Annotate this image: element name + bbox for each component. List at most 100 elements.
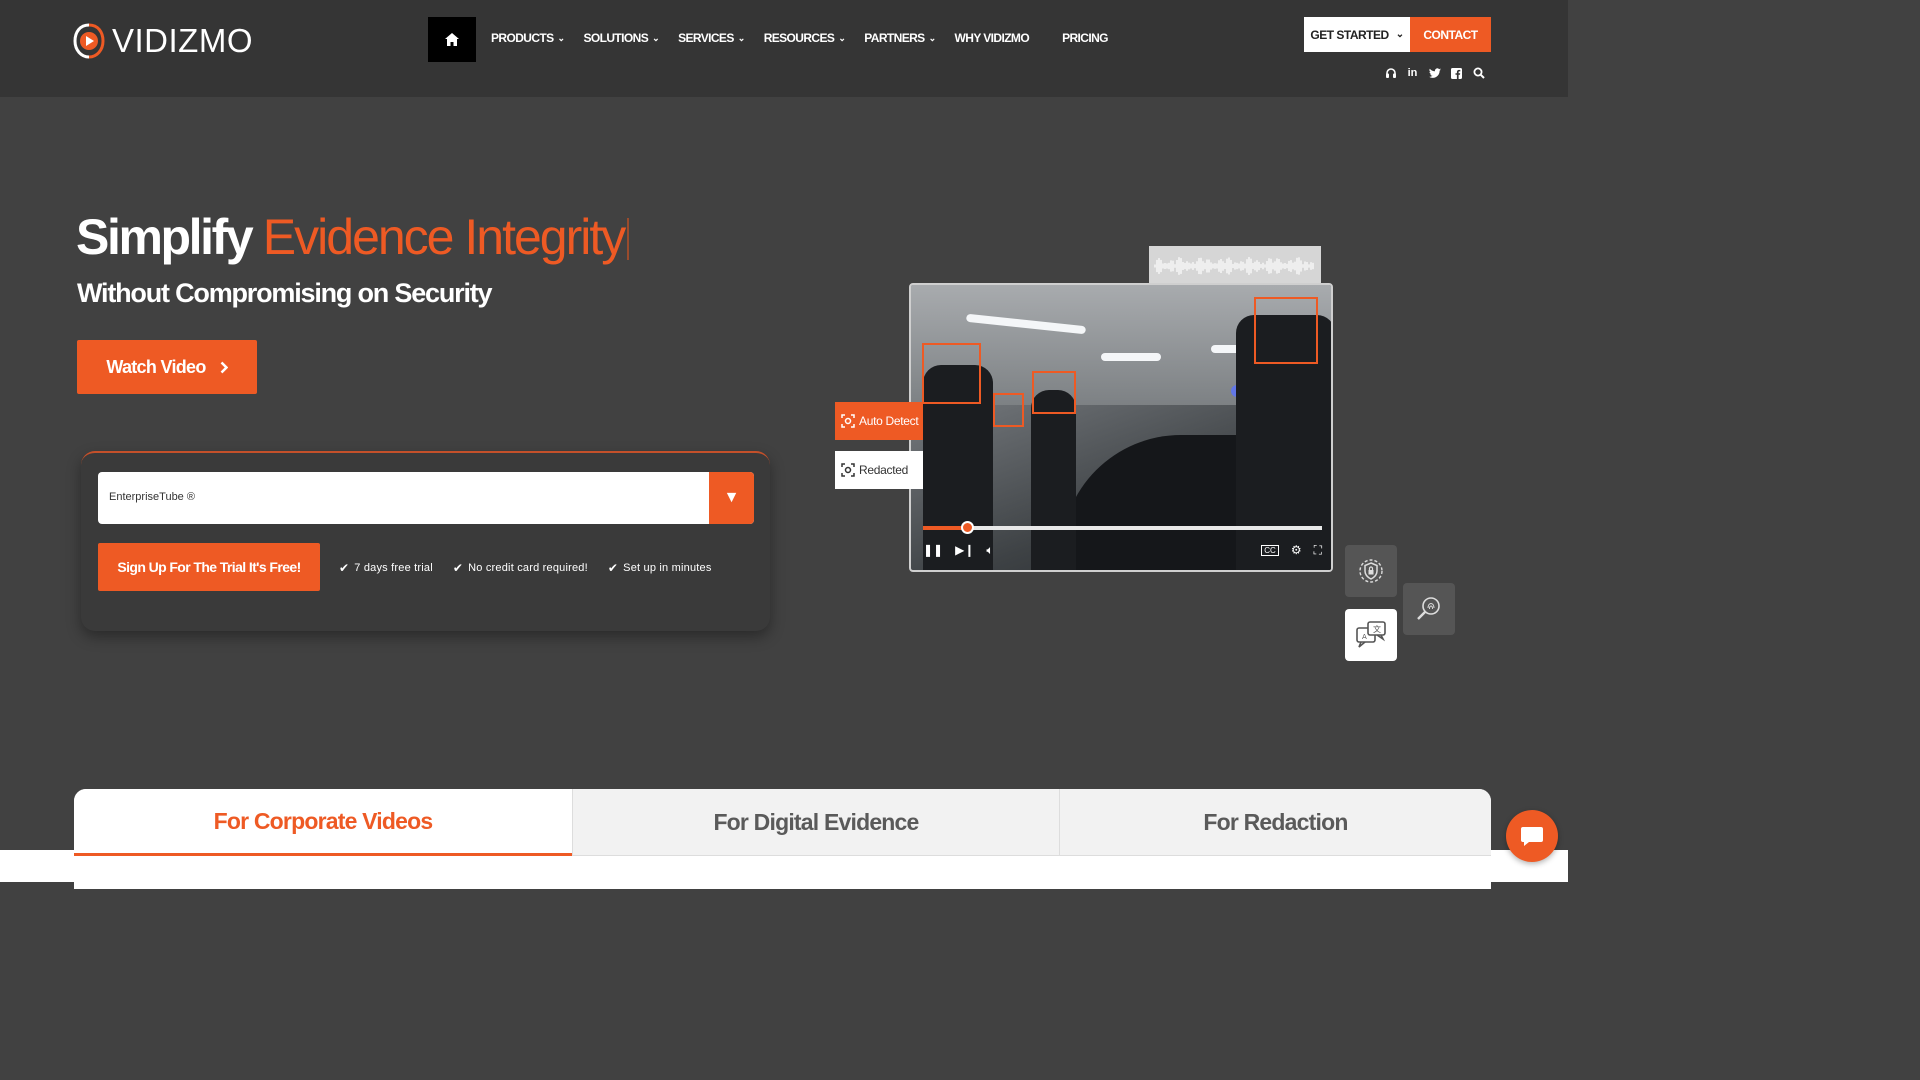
watch-video-button[interactable]: Watch Video (77, 340, 257, 394)
tab-digital-evidence[interactable]: For Digital Evidence (572, 789, 1059, 856)
get-started-button[interactable]: GET STARTED ⌄ (1304, 17, 1410, 52)
checkmark-icon: ✔ (452, 561, 464, 575)
nav-label: SOLUTIONS (583, 31, 649, 45)
headset-icon[interactable] (1384, 66, 1397, 80)
face-detection-box (1254, 297, 1318, 364)
redacted-label: Redacted (859, 463, 908, 477)
waveform-icon (1154, 257, 1314, 275)
social-links: in (1384, 66, 1485, 80)
linkedin-icon[interactable]: in (1406, 66, 1419, 80)
tab-label: For Digital Evidence (713, 808, 919, 835)
site-header: VIDIZMO PRODUCTS ⌄ SOLUTIONS ⌄ SERVICES ⌄ R… (0, 0, 1568, 97)
get-started-label: GET STARTED (1310, 27, 1389, 42)
pause-icon[interactable]: ❚❚ (923, 543, 943, 557)
hero-title-white: Simplify (76, 209, 254, 265)
nav-label: RESOURCES (763, 31, 835, 45)
audio-waveform (1149, 246, 1321, 286)
translate-chat-icon: 文A (1356, 621, 1386, 648)
checkmark-icon: ✔ (339, 561, 350, 575)
captions-icon[interactable]: CC (1261, 544, 1279, 556)
video-progress-bar[interactable] (923, 521, 1322, 534)
nav-services[interactable]: SERVICES ⌄ (678, 31, 745, 45)
home-icon (445, 33, 459, 46)
shield-lock-icon (1359, 559, 1383, 583)
benefit-text: Set up in minutes (623, 562, 712, 574)
video-player-preview: ❚❚ ▶❙ 🔈︎ CC ⚙︎ ⛶ (909, 283, 1333, 572)
face-detection-box (1032, 371, 1076, 414)
nav-why-vidizmo[interactable]: WHY VIDIZMO (955, 31, 1030, 45)
typing-cursor (627, 218, 630, 260)
dropdown-arrow-icon[interactable]: ▼ (709, 472, 754, 524)
benefit-text: 7 days free trial (354, 562, 433, 574)
trial-benefits: ✔ 7 days free trial ✔ No credit card requi… (339, 561, 712, 575)
settings-icon[interactable]: ⚙︎ (1291, 543, 1302, 557)
contact-label: CONTACT (1423, 27, 1478, 42)
video-controls: ❚❚ ▶❙ 🔈︎ CC ⚙︎ ⛶ (923, 541, 1322, 559)
watch-video-label: Watch Video (106, 356, 206, 377)
face-detection-box (993, 393, 1024, 427)
benefit-text: No credit card required! (468, 562, 588, 574)
search-icon[interactable] (1472, 66, 1485, 80)
nav-pricing[interactable]: PRICING (1062, 31, 1108, 45)
benefit-item: ✔ No credit card required! (453, 561, 588, 575)
nav-label: SERVICES (678, 31, 734, 45)
tab-label: For Corporate Videos (213, 807, 434, 834)
chevron-down-icon: ⌄ (838, 32, 846, 43)
auto-detect-tag: Auto Detect (835, 402, 923, 440)
nav-partners[interactable]: PARTNERS ⌄ (864, 31, 937, 45)
translate-chat-feature: 文A (1345, 609, 1397, 661)
redacted-tag: Redacted (835, 451, 923, 489)
face-detection-box (922, 343, 981, 404)
skip-next-icon[interactable]: ▶❙ (955, 543, 974, 557)
video-scene-light (1101, 353, 1161, 361)
chevron-down-icon: ⌄ (1395, 29, 1404, 40)
chevron-right-icon (220, 361, 228, 373)
chat-bubble-icon (1521, 827, 1543, 846)
product-select-value: EnterpriseTube ® (109, 491, 195, 503)
focus-frame-icon (841, 414, 855, 428)
chevron-down-icon: ⌄ (928, 32, 937, 43)
auto-detect-label: Auto Detect (859, 414, 919, 428)
focus-frame-icon (841, 463, 855, 477)
main-nav: PRODUCTS ⌄ SOLUTIONS ⌄ SERVICES ⌄ RESOURCES… (491, 31, 1127, 45)
hero-title-orange: Evidence Integrity (262, 209, 626, 265)
nav-resources[interactable]: RESOURCES ⌄ (764, 31, 846, 45)
fingerprint-search-icon (1417, 597, 1440, 620)
benefit-item: ✔ 7 days free trial (339, 561, 433, 575)
sign-up-trial-label: Sign Up For The Trial It's Free! (117, 559, 301, 575)
volume-icon[interactable]: 🔈︎ (986, 543, 993, 558)
video-progress-handle[interactable] (960, 521, 974, 534)
product-select[interactable]: EnterpriseTube ® ▼ (98, 472, 754, 524)
nav-products[interactable]: PRODUCTS ⌄ (491, 31, 565, 45)
tab-label: For Redaction (1203, 808, 1348, 835)
nav-label: WHY VIDIZMO (954, 31, 1030, 45)
live-chat-button[interactable] (1506, 810, 1558, 862)
fingerprint-search-feature (1403, 583, 1455, 635)
home-button[interactable] (428, 17, 476, 62)
nav-label: PRODUCTS (491, 31, 554, 45)
svg-text:A: A (1362, 633, 1367, 641)
shield-lock-feature (1345, 545, 1397, 597)
benefit-item: ✔ Set up in minutes (608, 561, 712, 575)
tab-redaction[interactable]: For Redaction (1059, 789, 1491, 856)
tab-corporate-videos[interactable]: For Corporate Videos (74, 789, 572, 856)
logo-text: VIDIZMO (112, 22, 253, 59)
twitter-icon[interactable] (1428, 66, 1441, 80)
facebook-icon[interactable] (1450, 66, 1463, 80)
checkmark-icon: ✔ (607, 561, 619, 575)
chevron-down-icon: ⌄ (557, 32, 566, 43)
svg-text:文: 文 (1373, 624, 1381, 634)
nav-solutions[interactable]: SOLUTIONS ⌄ (584, 31, 660, 45)
vidizmo-logo[interactable]: VIDIZMO (72, 22, 253, 60)
hero-subtitle: Without Compromising on Security (77, 278, 493, 308)
audience-tabs: For Corporate Videos For Digital Evidenc… (74, 789, 1491, 889)
contact-button[interactable]: CONTACT (1410, 17, 1491, 52)
sign-up-trial-button[interactable]: Sign Up For The Trial It's Free! (98, 543, 320, 591)
trial-signup-card: EnterpriseTube ® ▼ Sign Up For The Trial… (81, 451, 770, 631)
hero-title: Simplify Evidence Integrity (76, 208, 630, 266)
chevron-down-icon: ⌄ (652, 32, 660, 43)
chevron-down-icon: ⌄ (737, 32, 746, 43)
nav-label: PARTNERS (864, 31, 925, 45)
nav-label: PRICING (1062, 31, 1108, 45)
fullscreen-icon[interactable]: ⛶ (1314, 543, 1322, 558)
